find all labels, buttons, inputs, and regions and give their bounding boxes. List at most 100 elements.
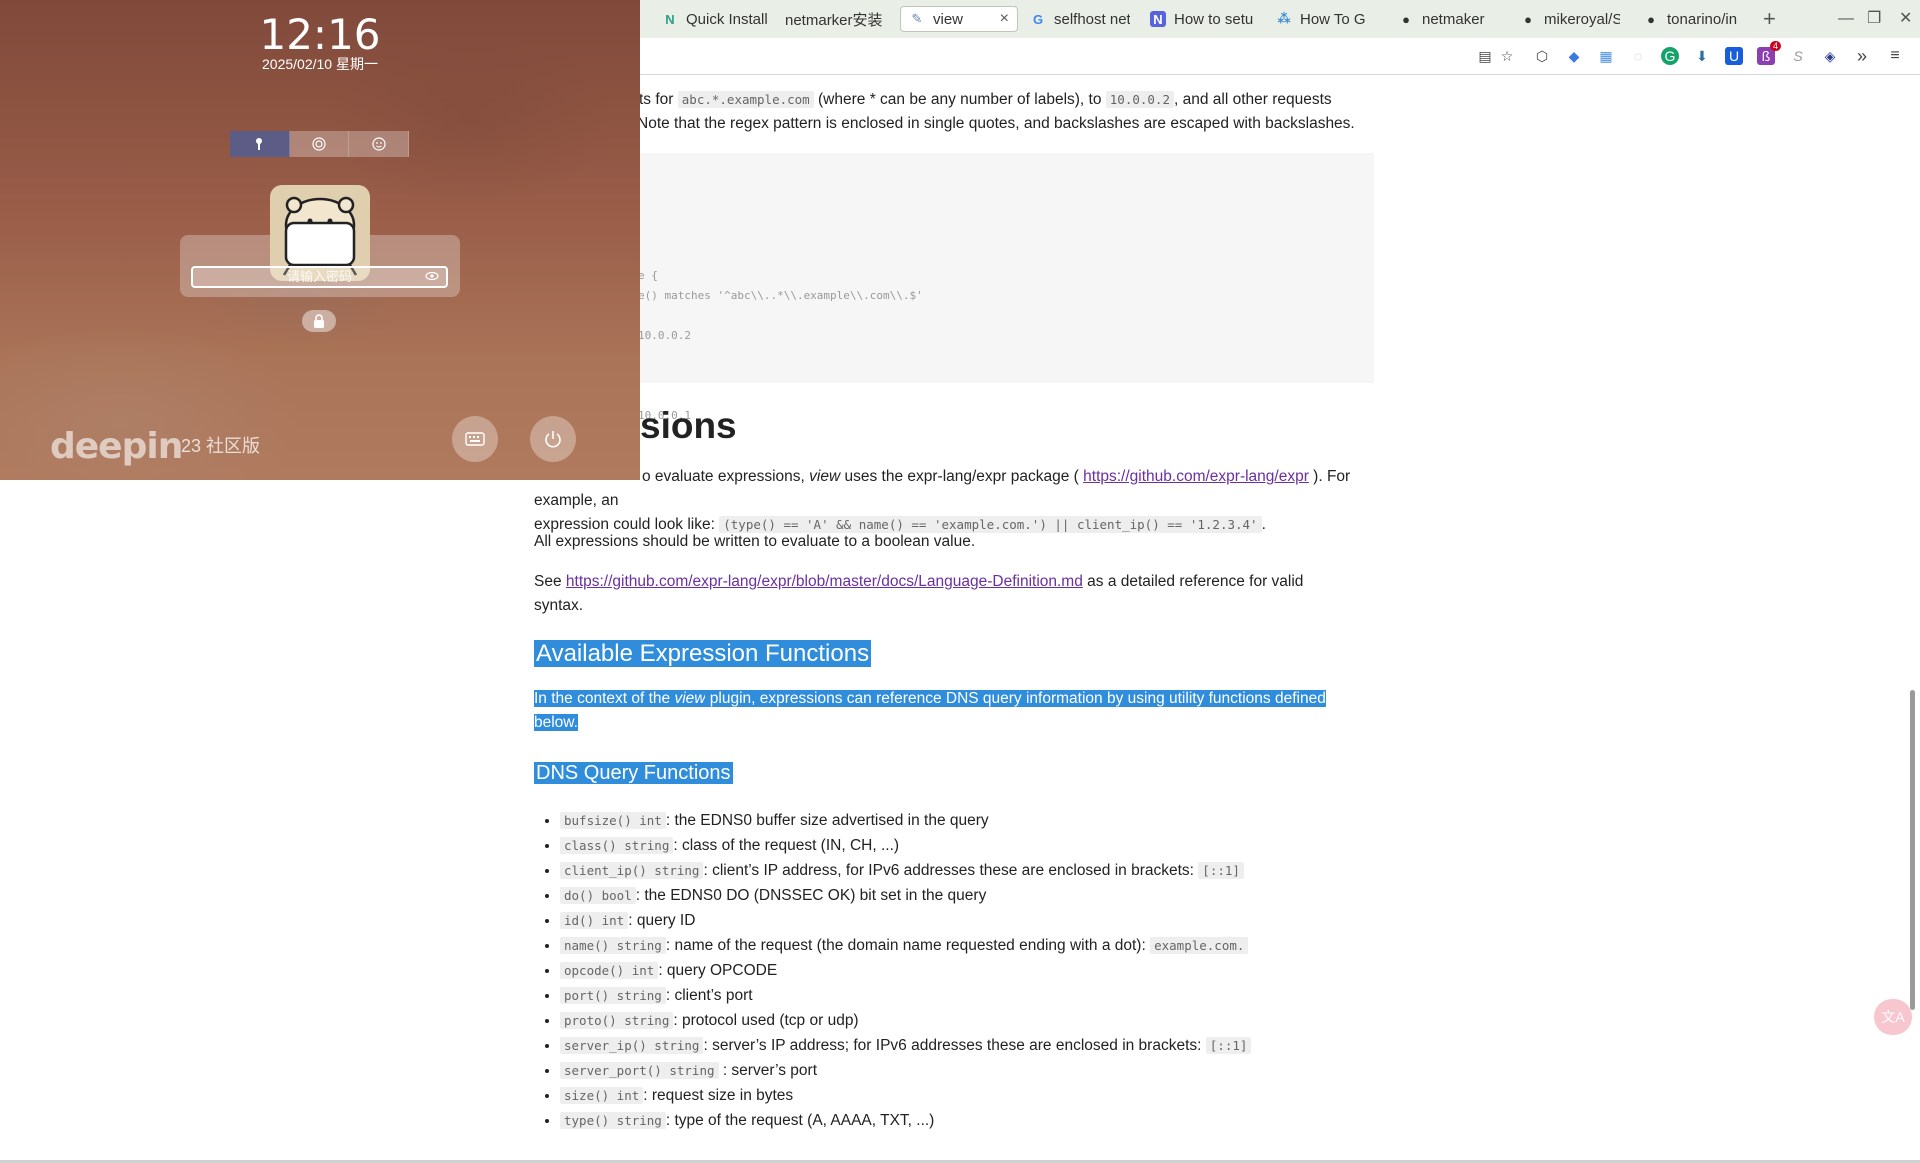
unlock-button[interactable] — [302, 310, 336, 332]
tab-label: selfhost net — [1054, 10, 1130, 28]
code-line: e() matches '^abc\\..*\\.example\\.com\\… — [638, 289, 923, 302]
scrollbar-thumb[interactable] — [1910, 690, 1915, 1010]
list-item: client_ip() string: client’s IP address,… — [560, 858, 1420, 883]
minimize-button[interactable]: — — [1838, 6, 1854, 32]
bookmark-star-icon[interactable]: ☆ — [1498, 47, 1516, 65]
menu-hamburger-icon[interactable]: ≡ — [1886, 47, 1904, 65]
close-icon[interactable]: × — [990, 10, 1009, 28]
edition-label: 23 社区版 — [181, 436, 261, 456]
extension-doc-icon[interactable]: ▦ — [1597, 47, 1615, 65]
function-signature: class() string — [560, 837, 674, 854]
inline-code: [::1] — [1198, 862, 1244, 879]
intro-paragraph: ts for abc.*.example.com (where * can be… — [534, 88, 1414, 136]
extension-diamond-icon[interactable]: ◈ — [1821, 47, 1839, 65]
site-icon: ⁂ — [1277, 11, 1291, 26]
notion-like-icon: N — [665, 11, 675, 27]
extension-shield-icon[interactable]: ◆ — [1565, 47, 1583, 65]
text: In the context of the — [534, 690, 675, 707]
function-signature: opcode() int — [560, 962, 659, 979]
available-paragraph: In the context of the view plugin, expre… — [534, 687, 1374, 735]
restore-button[interactable]: ❐ — [1867, 6, 1881, 32]
new-tab-button[interactable]: + — [1763, 6, 1776, 32]
extension-download-icon[interactable]: ⬇ — [1693, 47, 1711, 65]
function-signature: server_port() string — [560, 1062, 719, 1079]
code-line: e { — [638, 269, 658, 282]
inline-code: example.com. — [1150, 937, 1249, 954]
list-item: do() bool: the EDNS0 DO (DNSSEC OK) bit … — [560, 883, 1420, 908]
function-description: : protocol used (tcp or udp) — [673, 1012, 859, 1029]
tab-label: tonarino/in — [1667, 10, 1738, 28]
face-auth-icon[interactable] — [349, 131, 410, 157]
emphasis: view — [809, 468, 841, 485]
keyboard-layout-button[interactable] — [452, 416, 498, 462]
google-icon: G — [1032, 11, 1044, 27]
translate-icon[interactable]: 文A — [1874, 999, 1912, 1035]
tab-selfhost[interactable]: G selfhost net — [1030, 6, 1130, 32]
text: below. — [534, 714, 578, 731]
tab-label: mikeroyal/S — [1544, 10, 1620, 28]
boolean-paragraph: All expressions should be written to eva… — [534, 533, 976, 550]
list-item: id() int: query ID — [560, 908, 1420, 933]
tab-how-to-g[interactable]: ⁂ How To G — [1276, 6, 1374, 32]
bitwarden-icon[interactable]: U — [1725, 47, 1743, 65]
password-input[interactable] — [191, 266, 448, 288]
text: syntax. — [534, 597, 584, 614]
inline-code: 10.0.0.2 — [1105, 91, 1174, 108]
github-icon: ● — [1402, 11, 1410, 27]
power-button[interactable] — [530, 416, 576, 462]
power-icon — [545, 431, 561, 448]
function-description: : client’s port — [665, 987, 753, 1004]
text: as a detailed reference for valid — [1082, 573, 1304, 590]
code-line: 10.0.0.2 — [638, 329, 691, 342]
auth-method-switch — [230, 131, 410, 157]
github-icon: ● — [1524, 11, 1532, 27]
lock-date: 2025/02/10 星期一 — [262, 56, 378, 72]
function-description: : request size in bytes — [643, 1087, 794, 1104]
password-auth-key-icon[interactable] — [230, 131, 290, 157]
tab-view[interactable]: ✎ view × — [900, 6, 1018, 32]
tab-tonarino[interactable]: ● tonarino/in — [1643, 6, 1747, 32]
eye-icon[interactable] — [425, 271, 439, 283]
text: uses the expr-lang/expr package ( — [840, 468, 1084, 485]
tab-label: view — [933, 10, 964, 28]
reader-view-icon[interactable]: ▤ — [1476, 47, 1494, 65]
tab-quick-install[interactable]: N Quick Install — [662, 6, 770, 32]
extension-circle-icon[interactable]: ◌ — [1629, 47, 1647, 65]
function-signature: bufsize() int — [560, 812, 666, 829]
extension-badge-icon[interactable]: 4ß — [1757, 41, 1781, 65]
function-description: : query OPCODE — [658, 962, 778, 979]
function-signature: type() string — [560, 1112, 666, 1129]
list-item: bufsize() int: the EDNS0 buffer size adv… — [560, 808, 1420, 833]
keyboard-icon — [465, 432, 485, 446]
expr-lang-link[interactable]: https://github.com/expr-lang/expr — [1083, 468, 1309, 485]
text: (where * can be any number of labels), t… — [813, 91, 1106, 108]
function-list: bufsize() int: the EDNS0 buffer size adv… — [534, 808, 1420, 1133]
language-definition-link[interactable]: https://github.com/expr-lang/expr/blob/m… — [566, 573, 1083, 590]
function-description: : type of the request (A, AAAA, TXT, ...… — [665, 1112, 935, 1129]
heading-text: DNS Query Functions — [534, 762, 733, 784]
close-window-button[interactable]: ✕ — [1899, 6, 1912, 32]
text: , and all other requests — [1174, 91, 1332, 108]
list-item: class() string: class of the request (IN… — [560, 833, 1420, 858]
function-signature: id() int — [560, 912, 629, 929]
pencil-icon: ✎ — [911, 11, 923, 26]
lock-screen: 12:16 2025/02/10 星期一 deepin 23 社区版 — [0, 0, 640, 480]
tab-netmaker[interactable]: ● netmaker — [1398, 6, 1498, 32]
deepin-logo: deepin — [50, 426, 183, 467]
heading-dns-query-functions: DNS Query Functions — [534, 762, 733, 785]
tab-label: netmaker — [1422, 10, 1485, 28]
grammarly-icon[interactable]: G — [1661, 47, 1679, 65]
list-item: port() string: client’s port — [560, 983, 1420, 1008]
text: See — [534, 573, 566, 590]
extensions-icon[interactable]: ⬡ — [1533, 47, 1551, 65]
tab-netmarker[interactable]: netmarker安装 — [785, 6, 883, 32]
extension-s-icon[interactable]: S — [1789, 47, 1807, 65]
list-item: opcode() int: query OPCODE — [560, 958, 1420, 983]
function-description: : query ID — [628, 912, 696, 929]
tab-mikeroyal[interactable]: ● mikeroyal/S — [1520, 6, 1620, 32]
fingerprint-auth-icon[interactable] — [289, 131, 350, 157]
tab-how-to-setup[interactable]: N How to setu — [1150, 6, 1254, 32]
function-description: : the EDNS0 DO (DNSSEC OK) bit set in th… — [635, 887, 987, 904]
code-block: e { e() matches '^abc\\..*\\.example\\.c… — [534, 153, 1374, 422]
overflow-chevron-icon[interactable]: » — [1853, 46, 1871, 66]
